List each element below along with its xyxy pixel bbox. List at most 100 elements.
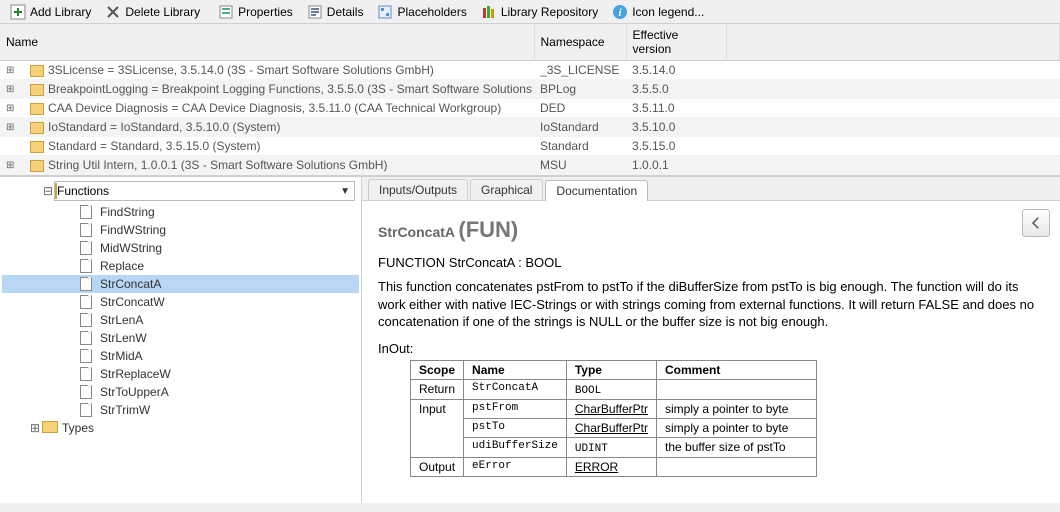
details-button[interactable]: Details — [301, 2, 370, 22]
library-name: String Util Intern, 1.0.0.1 (3S - Smart … — [48, 158, 387, 172]
file-icon — [80, 241, 92, 255]
tree-item-strtrimw[interactable]: StrTrimW — [2, 401, 359, 419]
tab-documentation[interactable]: Documentation — [545, 180, 648, 201]
add-icon — [10, 4, 26, 20]
param-row: InputpstFromCharBufferPtrsimply a pointe… — [411, 399, 817, 418]
expand-icon[interactable]: ⊞ — [30, 421, 42, 435]
library-repository-button[interactable]: Library Repository — [475, 2, 604, 22]
tree-item-strtouppera[interactable]: StrToUpperA — [2, 383, 359, 401]
file-icon — [80, 205, 92, 219]
th-comment: Comment — [657, 360, 817, 379]
inout-label: InOut: — [378, 341, 1044, 356]
placeholders-icon — [377, 4, 393, 20]
info-icon: i — [612, 4, 628, 20]
tree-item-findwstring[interactable]: FindWString — [2, 221, 359, 239]
tree-item-label: StrToUpperA — [100, 385, 169, 399]
library-version: 3.5.11.0 — [626, 99, 726, 118]
col-version[interactable]: Effective version — [626, 24, 726, 61]
add-library-label: Add Library — [30, 5, 91, 19]
library-row[interactable]: ⊞BreakpointLogging = Breakpoint Logging … — [0, 80, 1060, 99]
tab-io[interactable]: Inputs/Outputs — [368, 179, 468, 200]
th-scope: Scope — [411, 360, 464, 379]
tree-item-label: FindString — [100, 205, 155, 219]
param-name: pstFrom — [464, 399, 567, 418]
param-scope: Input — [411, 399, 464, 457]
library-row[interactable]: Standard = Standard, 3.5.15.0 (System)St… — [0, 137, 1060, 156]
file-icon — [80, 385, 92, 399]
param-comment: simply a pointer to byte — [657, 399, 817, 418]
library-icon — [30, 84, 44, 96]
tree-item-midwstring[interactable]: MidWString — [2, 239, 359, 257]
tree-item-strconcatw[interactable]: StrConcatW — [2, 293, 359, 311]
icon-legend-button[interactable]: i Icon legend... — [606, 2, 710, 22]
placeholders-button[interactable]: Placeholders — [371, 2, 472, 22]
tree-item-strmida[interactable]: StrMidA — [2, 347, 359, 365]
functions-label: Functions — [57, 184, 109, 198]
library-name: BreakpointLogging = Breakpoint Logging F… — [48, 82, 534, 96]
tree-item-label: MidWString — [100, 241, 162, 255]
delete-library-button[interactable]: Delete Library — [99, 2, 206, 22]
properties-button[interactable]: Properties — [212, 2, 299, 22]
library-row[interactable]: ⊞IoStandard = IoStandard, 3.5.10.0 (Syst… — [0, 118, 1060, 137]
library-name: 3SLicense = 3SLicense, 3.5.14.0 (3S - Sm… — [48, 63, 434, 77]
tree-item-replace[interactable]: Replace — [2, 257, 359, 275]
type-link[interactable]: CharBufferPtr — [575, 421, 648, 435]
tree-item-label: StrReplaceW — [100, 367, 171, 381]
library-table: Name Namespace Effective version ⊞3SLice… — [0, 24, 1060, 175]
dropdown-icon[interactable]: ▼ — [340, 186, 350, 197]
tree-folder-functions[interactable]: ⊟ Functions ▼ — [54, 181, 355, 201]
folder-icon — [42, 421, 58, 433]
file-icon — [80, 331, 92, 345]
type-link[interactable]: ERROR — [575, 460, 618, 474]
collapse-icon[interactable]: ⊟ — [43, 184, 55, 198]
tree-item-label: StrMidA — [100, 349, 143, 363]
tree-item-strlenw[interactable]: StrLenW — [2, 329, 359, 347]
toolbar: Add Library Delete Library Properties De… — [0, 0, 1060, 24]
param-name: eError — [464, 457, 567, 476]
library-icon — [30, 141, 44, 153]
param-type: BOOL — [566, 379, 656, 399]
tree-item-label: FindWString — [100, 223, 166, 237]
details-icon — [307, 4, 323, 20]
param-comment — [657, 457, 817, 476]
tree-item-strreplacew[interactable]: StrReplaceW — [2, 365, 359, 383]
col-namespace[interactable]: Namespace — [534, 24, 626, 61]
library-row[interactable]: ⊞3SLicense = 3SLicense, 3.5.14.0 (3S - S… — [0, 61, 1060, 80]
th-type: Type — [566, 360, 656, 379]
tab-graphical[interactable]: Graphical — [470, 179, 543, 200]
tree-item-label: StrTrimW — [100, 403, 150, 417]
tree-folder-types[interactable]: ⊞ Types — [2, 419, 359, 437]
param-scope: Output — [411, 457, 464, 476]
tree-item-label: StrLenA — [100, 313, 143, 327]
library-row[interactable]: ⊞String Util Intern, 1.0.0.1 (3S - Smart… — [0, 156, 1060, 175]
tree-item-label: Replace — [100, 259, 144, 273]
library-namespace: BPLog — [534, 80, 626, 99]
col-name[interactable]: Name — [0, 24, 534, 61]
param-row: udiBufferSizeUDINTthe buffer size of pst… — [411, 437, 817, 457]
doc-title: StrConcatA (FUN) — [378, 217, 1044, 243]
tree-item-label: StrConcatW — [100, 295, 165, 309]
doc-description: This function concatenates pstFrom to ps… — [378, 278, 1044, 331]
detail-panel: Inputs/Outputs Graphical Documentation S… — [362, 177, 1060, 503]
delete-library-label: Delete Library — [125, 5, 200, 19]
arrow-left-icon — [1027, 214, 1045, 232]
tree-item-strconcata[interactable]: StrConcatA — [2, 275, 359, 293]
details-label: Details — [327, 5, 364, 19]
library-name: Standard = Standard, 3.5.15.0 (System) — [48, 139, 260, 153]
library-name: CAA Device Diagnosis = CAA Device Diagno… — [48, 101, 501, 115]
placeholders-label: Placeholders — [397, 5, 466, 19]
param-row: pstToCharBufferPtrsimply a pointer to by… — [411, 418, 817, 437]
file-icon — [80, 259, 92, 273]
add-library-button[interactable]: Add Library — [4, 2, 97, 22]
tree-item-findstring[interactable]: FindString — [2, 203, 359, 221]
library-name: IoStandard = IoStandard, 3.5.10.0 (Syste… — [48, 120, 280, 134]
type-link[interactable]: CharBufferPtr — [575, 402, 648, 416]
file-icon — [80, 349, 92, 363]
tree-item-strlena[interactable]: StrLenA — [2, 311, 359, 329]
back-button[interactable] — [1022, 209, 1050, 237]
library-icon — [30, 160, 44, 172]
param-type: ERROR — [566, 457, 656, 476]
types-label: Types — [62, 421, 94, 435]
library-row[interactable]: ⊞CAA Device Diagnosis = CAA Device Diagn… — [0, 99, 1060, 118]
param-comment: the buffer size of pstTo — [657, 437, 817, 457]
